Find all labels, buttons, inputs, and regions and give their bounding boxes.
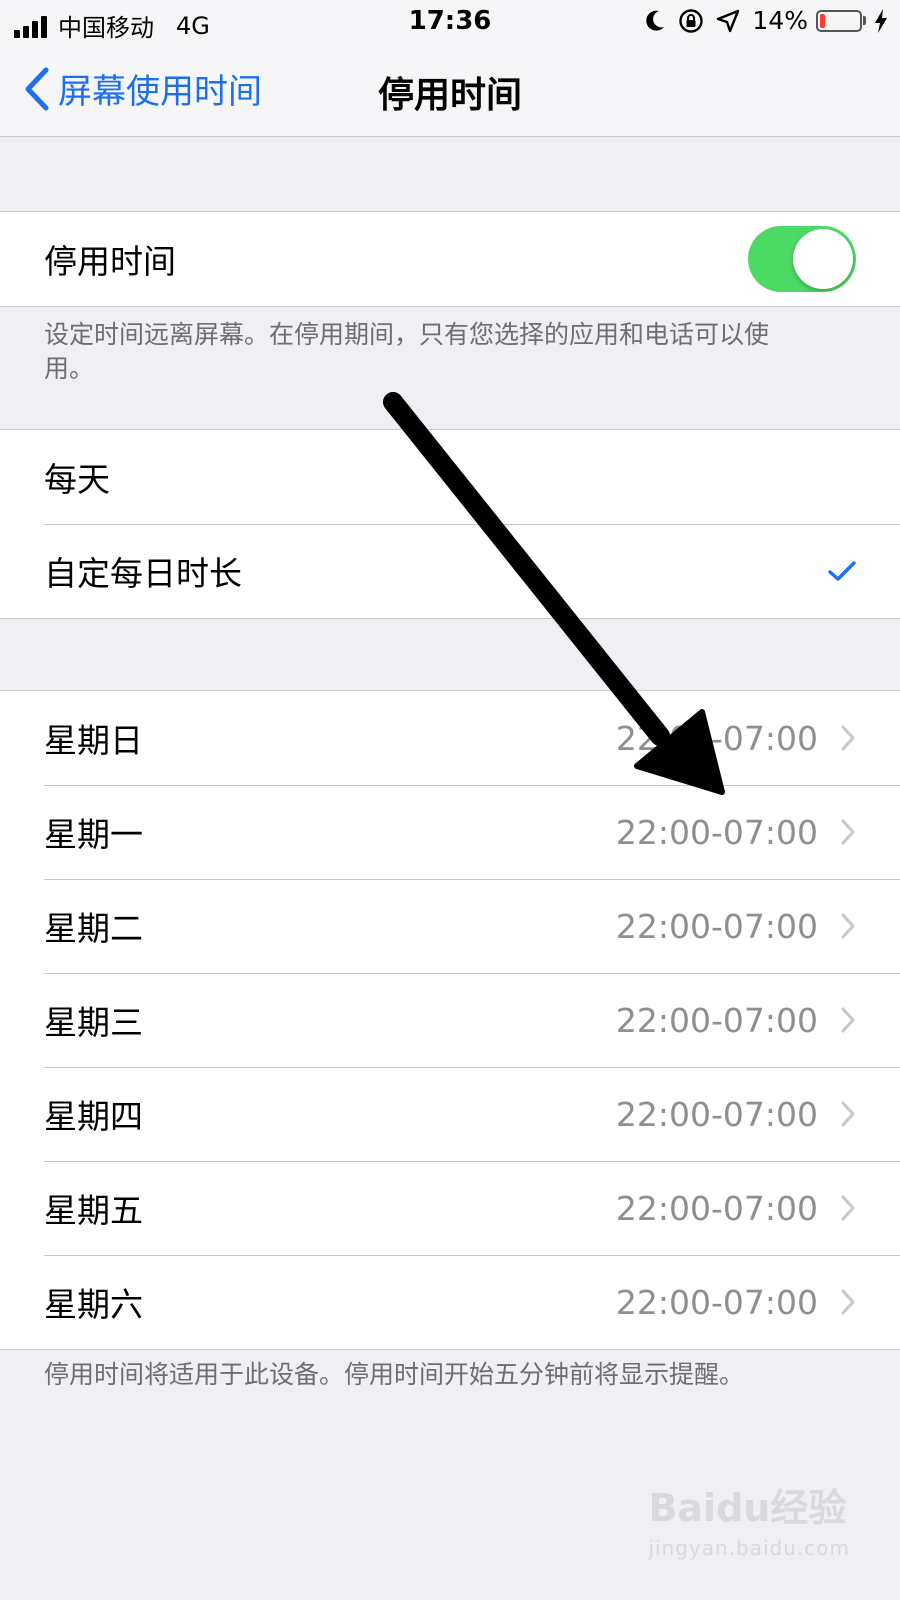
chevron-right-icon (841, 1101, 855, 1127)
downtime-toggle-switch[interactable] (748, 226, 856, 292)
schedule-option-custom[interactable]: 自定每日时长 (0, 524, 900, 618)
day-time-range: 22:00-07:00 (615, 1094, 818, 1134)
checkmark-icon (828, 561, 856, 581)
baidu-watermark: Baidu经验 jingyan.baidu.com (648, 1477, 850, 1560)
charging-icon (875, 8, 887, 33)
downtime-toggle-row: 停用时间 (0, 212, 900, 306)
day-time-range: 22:00-07:00 (615, 718, 818, 758)
day-label: 星期六 (44, 1285, 143, 1324)
downtime-description: 设定时间远离屏幕。在停用期间，只有您选择的应用和电话可以使用。 (44, 320, 770, 383)
day-time-range: 22:00-07:00 (615, 1282, 818, 1322)
chevron-right-icon (841, 913, 855, 939)
day-label: 星期日 (44, 721, 143, 760)
chevron-right-icon (841, 1289, 855, 1315)
location-icon (717, 9, 740, 32)
baidu-paw-logo: Baidu经验 (648, 1486, 847, 1530)
footer-note: 停用时间将适用于此设备。停用时间开始五分钟前将显示提醒。 (44, 1360, 745, 1389)
day-row-monday[interactable]: 星期一 22:00-07:00 (0, 785, 900, 879)
back-button-label: 屏幕使用时间 (58, 72, 262, 112)
chevron-right-icon (841, 819, 855, 845)
day-row-friday[interactable]: 星期五 22:00-07:00 (0, 1161, 900, 1255)
downtime-toggle-group: 停用时间 (0, 211, 900, 307)
status-right: 14% (632, 6, 888, 35)
day-row-thursday[interactable]: 星期四 22:00-07:00 (0, 1067, 900, 1161)
day-time-range: 22:00-07:00 (615, 1000, 818, 1040)
day-time-range: 22:00-07:00 (615, 906, 818, 946)
chevron-right-icon (841, 725, 855, 751)
status-bar: 中国移动 4G 17:36 14% (0, 0, 900, 44)
schedule-options-group: 每天 自定每日时长 (0, 429, 900, 619)
day-row-sunday[interactable]: 星期日 22:00-07:00 (0, 691, 900, 785)
day-label: 星期三 (44, 1003, 143, 1042)
day-row-wednesday[interactable]: 星期三 22:00-07:00 (0, 973, 900, 1067)
day-time-range: 22:00-07:00 (615, 1188, 818, 1228)
day-schedule-list: 星期日 22:00-07:00 星期一 22:00-07:00 星期二 22:0… (0, 690, 900, 1350)
day-row-saturday[interactable]: 星期六 22:00-07:00 (0, 1255, 900, 1349)
schedule-option-label: 每天 (44, 460, 110, 499)
chevron-right-icon (841, 1195, 855, 1221)
rotation-lock-icon (679, 8, 704, 33)
back-button[interactable]: 屏幕使用时间 (24, 64, 262, 113)
moon-icon (646, 10, 665, 31)
battery-percent: 14% (752, 6, 808, 35)
navigation-bar: 屏幕使用时间 停用时间 (0, 44, 900, 137)
day-time-range: 22:00-07:00 (615, 812, 818, 852)
battery-icon (816, 9, 866, 32)
day-label: 星期一 (44, 815, 143, 854)
day-label: 星期五 (44, 1191, 143, 1230)
day-label: 星期四 (44, 1097, 143, 1136)
schedule-option-label: 自定每日时长 (44, 554, 242, 593)
chevron-right-icon (841, 1007, 855, 1033)
chevron-left-icon (25, 67, 49, 110)
toggle-knob (793, 229, 853, 289)
watermark-url: jingyan.baidu.com (648, 1536, 850, 1560)
day-label: 星期二 (44, 909, 143, 948)
screen: 中国移动 4G 17:36 14% 屏幕使用时间 停用时间 停用时间 设定时间远… (0, 0, 900, 1600)
schedule-option-every-day[interactable]: 每天 (0, 430, 900, 524)
day-row-tuesday[interactable]: 星期二 22:00-07:00 (0, 879, 900, 973)
